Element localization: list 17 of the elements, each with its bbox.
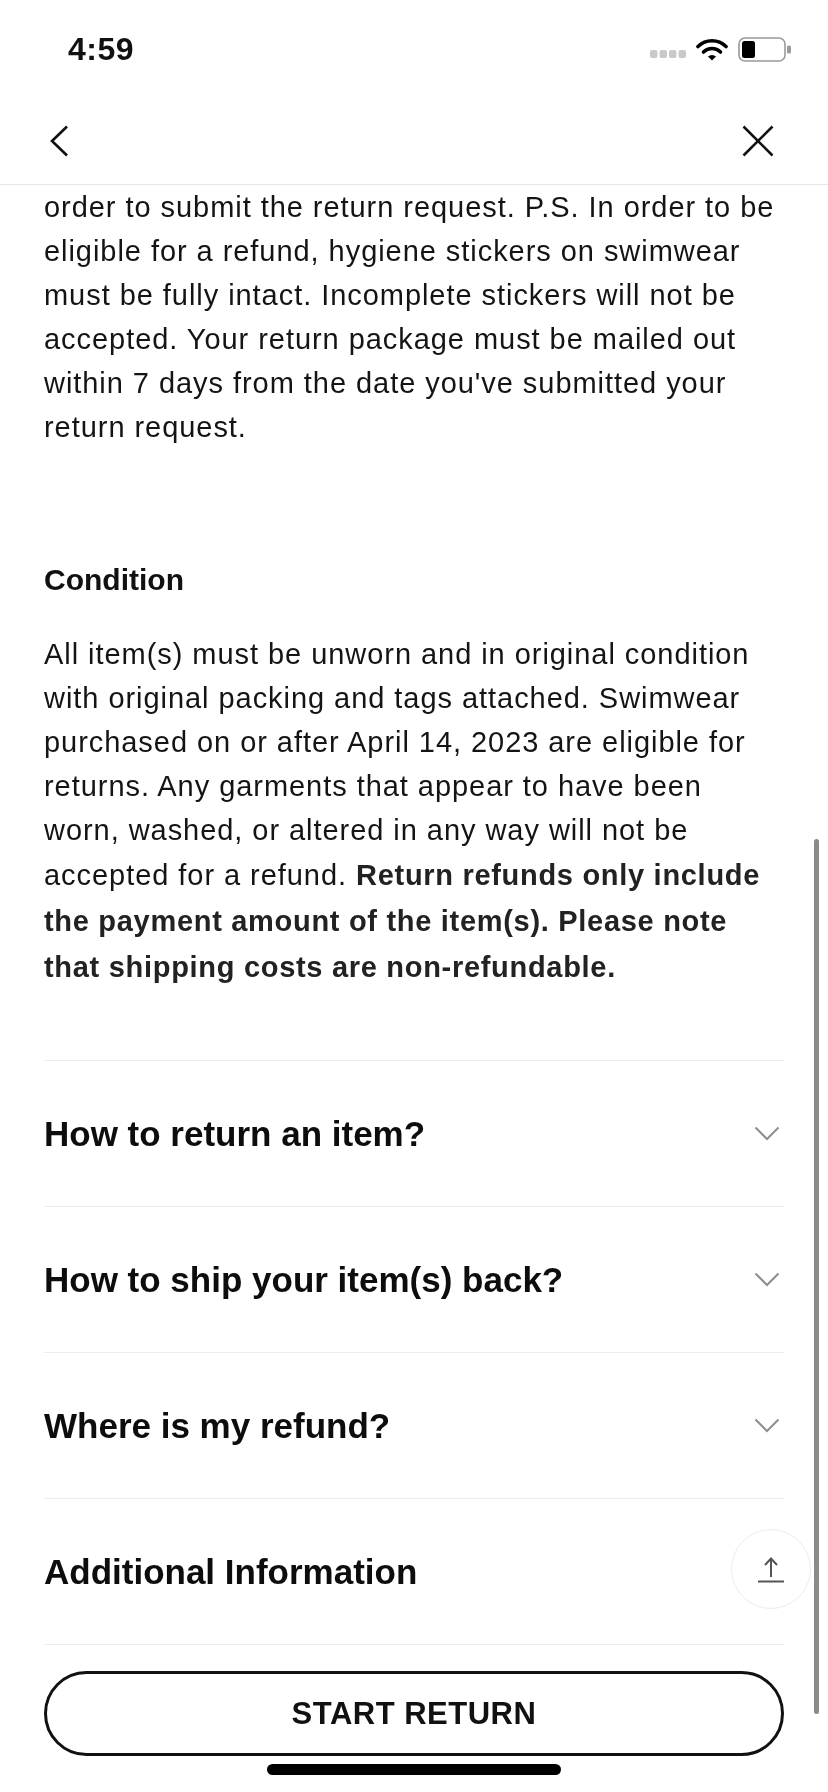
policy-paragraph: order to submit the return request. P.S. In order to be eligible for a refund, hygiene stickers on swimwear must be fully intact. Incomplete stickers will not be accepted. Your return package must be mailed out within 7 days from the date you've submitted your return request.	[44, 190, 776, 445]
policy-paragraph: All item(s) must be unworn and in original condition with original packing and tags attached. Swimwear purchased on or after April 14, 2023 are eligible for returns. Any garments that appear to have been worn, washed, or altered in any way will not be accepted for a refund. Return refunds only include the payment amount of the item(s). Please note that shipping costs are non-refundable.	[44, 637, 762, 985]
battery-icon	[738, 36, 791, 62]
accordion-title[interactable]: Where is my refund?	[44, 1404, 391, 1447]
chevron-icon[interactable]	[754, 1272, 780, 1287]
accordion-title[interactable]: How to return an item?	[44, 1112, 426, 1155]
accordion-title[interactable]: Additional Information	[44, 1550, 418, 1593]
wifi-icon	[696, 37, 728, 61]
chevron-icon[interactable]	[754, 1418, 780, 1433]
start-return-button[interactable]: START RETURN	[44, 1671, 784, 1756]
close-button[interactable]	[742, 125, 774, 157]
chevron-icon[interactable]	[754, 1126, 780, 1141]
accordion-title[interactable]: How to ship your item(s) back?	[44, 1258, 564, 1301]
back-button[interactable]	[50, 125, 69, 157]
status-time: 4:59	[68, 33, 135, 65]
signal-icon	[650, 50, 686, 58]
section-heading: Condition	[44, 562, 185, 598]
